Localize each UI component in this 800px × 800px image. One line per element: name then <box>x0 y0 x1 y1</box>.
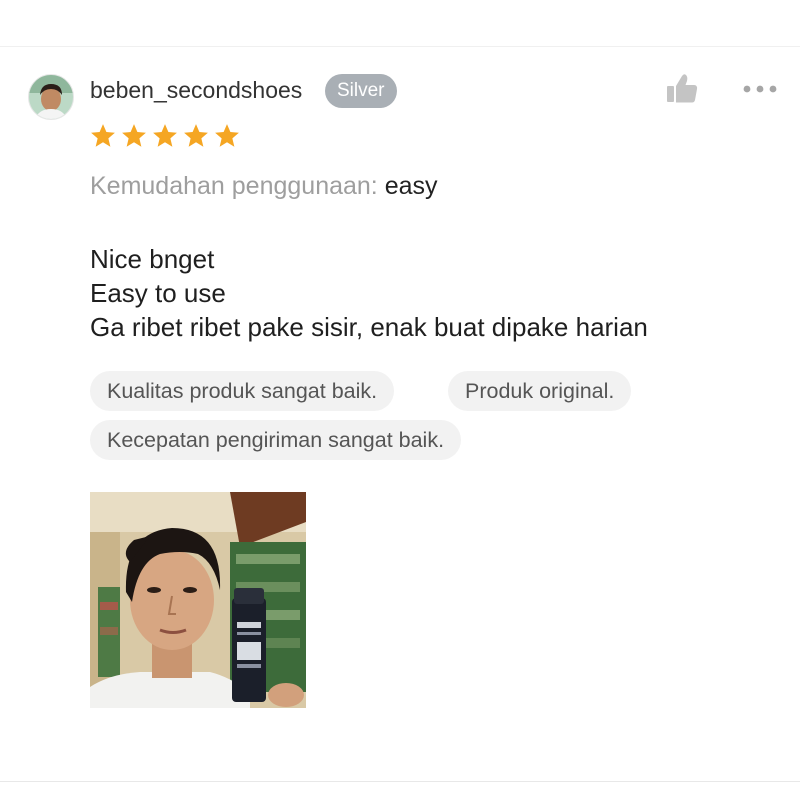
review-username[interactable]: beben_secondshoes <box>90 76 302 104</box>
review-text: Nice bnget Easy to use Ga ribet ribet pa… <box>90 242 648 344</box>
star-icon <box>151 122 179 150</box>
thumbs-up-icon[interactable] <box>664 72 700 106</box>
usability-attribute: Kemudahan penggunaan: easy <box>90 170 438 202</box>
user-avatar[interactable] <box>28 74 74 120</box>
member-badge: Silver <box>325 74 397 108</box>
tag-chip-shipping: Kecepatan pengiriman sangat baik. <box>90 420 462 460</box>
tag-chip-quality: Kualitas produk sangat baik. <box>90 371 395 411</box>
star-rating <box>89 122 244 150</box>
review-line: Nice bnget <box>90 244 215 274</box>
review-line: Easy to use <box>90 278 226 308</box>
review-line: Ga ribet ribet pake sisir, enak buat dip… <box>90 312 648 342</box>
star-icon <box>213 122 241 150</box>
more-dots-icon[interactable] <box>740 80 780 98</box>
star-icon <box>89 122 117 150</box>
top-divider <box>0 46 800 47</box>
tag-chip-original: Produk original. <box>448 371 632 411</box>
review-photo[interactable] <box>90 492 306 708</box>
bottom-divider <box>0 781 800 782</box>
attribute-value: easy <box>384 172 438 200</box>
star-icon <box>120 122 148 150</box>
attribute-label: Kemudahan penggunaan: <box>90 172 378 200</box>
star-icon <box>182 122 210 150</box>
